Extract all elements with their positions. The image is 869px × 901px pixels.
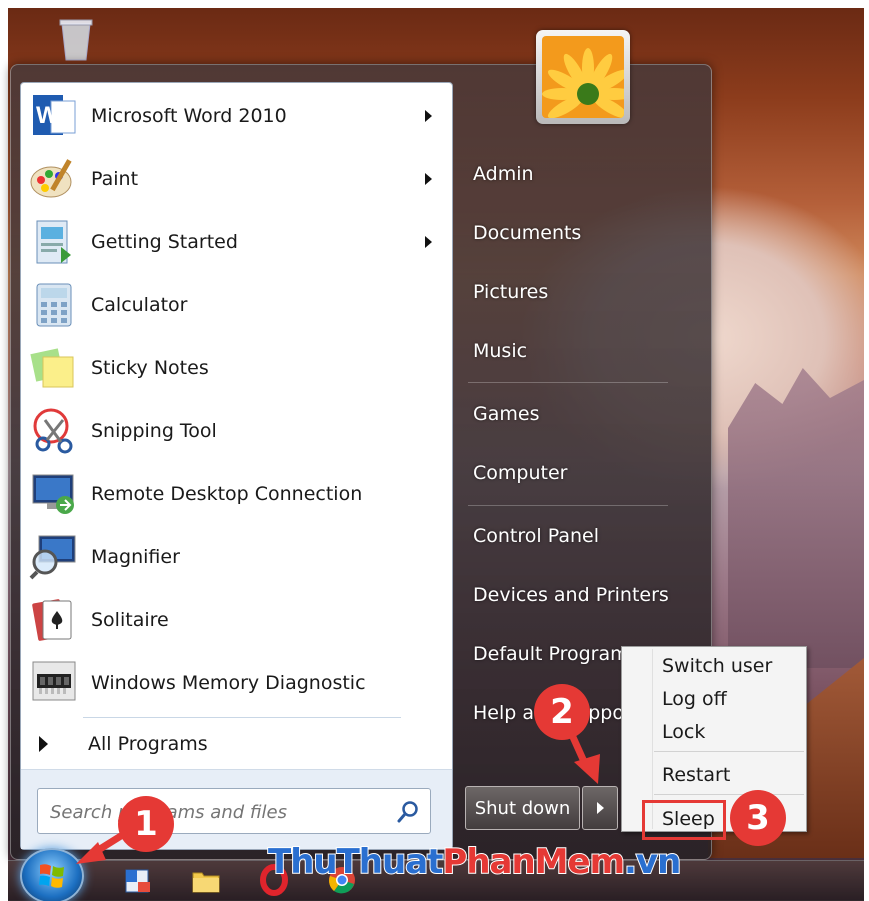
program-label: Calculator bbox=[91, 294, 188, 316]
watermark-part: ThuThuat bbox=[267, 841, 444, 883]
right-item-label: Devices and Printers bbox=[473, 584, 669, 606]
solitaire-icon bbox=[27, 593, 81, 647]
magnifier-icon bbox=[27, 530, 81, 584]
menu-item-restart[interactable]: Restart bbox=[662, 759, 730, 791]
sleep-highlight-box bbox=[642, 800, 726, 840]
program-label: Paint bbox=[91, 168, 139, 190]
divider bbox=[468, 382, 668, 383]
menu-item-switch-user[interactable]: Switch user bbox=[662, 650, 772, 682]
chevron-right-icon[interactable] bbox=[425, 236, 432, 248]
step-badge-3: 3 bbox=[730, 790, 786, 846]
right-item-label: Control Panel bbox=[473, 525, 599, 547]
flower-icon bbox=[542, 36, 624, 118]
right-item-label: Admin bbox=[473, 163, 534, 185]
site-watermark: ThuThuatPhanMem.vn bbox=[267, 841, 682, 883]
right-item-music[interactable]: Music bbox=[463, 329, 673, 373]
snipping-tool-icon bbox=[27, 404, 81, 458]
triangle-right-icon bbox=[39, 736, 48, 752]
right-item-label: Games bbox=[473, 403, 540, 425]
program-item-magnifier[interactable]: Magnifier bbox=[21, 526, 452, 588]
right-item-label: Default Programs bbox=[473, 643, 639, 665]
outlook-icon[interactable] bbox=[122, 864, 154, 896]
right-item-label: Documents bbox=[473, 222, 582, 244]
remote-desktop-icon bbox=[27, 467, 81, 521]
program-label: Remote Desktop Connection bbox=[91, 483, 363, 505]
program-label: Getting Started bbox=[91, 231, 238, 253]
wallpaper-rock bbox=[728, 368, 864, 668]
right-item-label: Music bbox=[473, 340, 528, 362]
right-item-label: Computer bbox=[473, 462, 568, 484]
right-item-pictures[interactable]: Pictures bbox=[463, 270, 673, 314]
step-badge-2: 2 bbox=[534, 684, 590, 740]
menu-item-label: Log off bbox=[662, 688, 727, 710]
programs-pane: W Microsoft Word 2010 Paint Getting Star… bbox=[20, 82, 453, 850]
program-item-snipping-tool[interactable]: Snipping Tool bbox=[21, 400, 452, 462]
all-programs-label: All Programs bbox=[88, 733, 208, 755]
pointer-arrow-icon bbox=[76, 830, 128, 864]
svg-text:W: W bbox=[36, 102, 59, 129]
program-label: Solitaire bbox=[91, 609, 169, 631]
right-item-games[interactable]: Games bbox=[463, 392, 673, 436]
watermark-part: PhanMem bbox=[441, 841, 626, 883]
program-item-word[interactable]: W Microsoft Word 2010 bbox=[21, 85, 452, 147]
chevron-right-icon[interactable] bbox=[425, 173, 432, 185]
search-icon[interactable] bbox=[396, 800, 420, 824]
folder-icon[interactable] bbox=[190, 864, 222, 896]
chevron-right-icon[interactable] bbox=[425, 110, 432, 122]
right-item-control-panel[interactable]: Control Panel bbox=[463, 514, 673, 558]
calculator-icon bbox=[27, 278, 81, 332]
program-item-sticky-notes[interactable]: Sticky Notes bbox=[21, 337, 452, 399]
right-item-admin[interactable]: Admin bbox=[463, 152, 673, 196]
right-item-computer[interactable]: Computer bbox=[463, 451, 673, 495]
divider bbox=[83, 717, 401, 718]
menu-item-label: Restart bbox=[662, 764, 731, 786]
right-item-devices-printers[interactable]: Devices and Printers bbox=[463, 573, 673, 617]
getting-started-icon bbox=[27, 215, 81, 269]
search-input[interactable] bbox=[50, 799, 380, 825]
memory-diagnostic-icon bbox=[27, 656, 81, 710]
program-item-memory-diagnostic[interactable]: Windows Memory Diagnostic bbox=[21, 652, 452, 714]
user-picture[interactable] bbox=[536, 30, 630, 124]
program-item-calculator[interactable]: Calculator bbox=[21, 274, 452, 336]
divider bbox=[654, 751, 804, 752]
recycle-bin-icon[interactable] bbox=[56, 16, 96, 62]
program-item-remote-desktop[interactable]: Remote Desktop Connection bbox=[21, 463, 452, 525]
program-item-getting-started[interactable]: Getting Started bbox=[21, 211, 452, 273]
sticky-notes-icon bbox=[27, 341, 81, 395]
menu-item-lock[interactable]: Lock bbox=[662, 716, 705, 748]
shutdown-options-button[interactable] bbox=[582, 786, 618, 830]
program-item-paint[interactable]: Paint bbox=[21, 148, 452, 210]
menu-item-label: Lock bbox=[662, 721, 706, 743]
program-label: Microsoft Word 2010 bbox=[91, 105, 287, 127]
paint-icon bbox=[27, 152, 81, 206]
divider bbox=[654, 794, 804, 795]
program-label: Sticky Notes bbox=[91, 357, 209, 379]
right-item-documents[interactable]: Documents bbox=[463, 211, 673, 255]
menu-item-log-off[interactable]: Log off bbox=[662, 683, 727, 715]
program-item-solitaire[interactable]: Solitaire bbox=[21, 589, 452, 651]
program-label: Windows Memory Diagnostic bbox=[91, 672, 366, 694]
program-label: Magnifier bbox=[91, 546, 180, 568]
watermark-part: .vn bbox=[623, 841, 682, 883]
word-icon: W bbox=[27, 89, 81, 143]
menu-item-label: Switch user bbox=[662, 655, 773, 677]
program-label: Snipping Tool bbox=[91, 420, 217, 442]
shutdown-button[interactable]: Shut down bbox=[465, 786, 580, 830]
chevron-right-icon bbox=[596, 802, 604, 814]
shutdown-label: Shut down bbox=[474, 797, 571, 819]
divider bbox=[468, 505, 668, 506]
right-item-label: Pictures bbox=[473, 281, 549, 303]
all-programs-button[interactable]: All Programs bbox=[21, 723, 452, 765]
